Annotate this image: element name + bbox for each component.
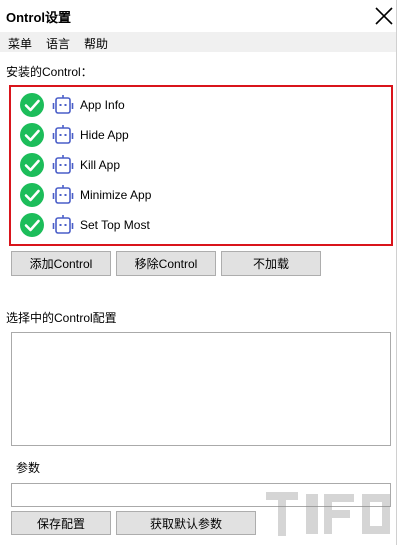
control-name: Minimize App bbox=[80, 188, 152, 202]
title-bar: Ontrol设置 bbox=[0, 0, 400, 32]
menu-item-menu[interactable]: 菜单 bbox=[8, 35, 32, 52]
checkmark-circle-icon bbox=[20, 123, 44, 147]
robot-icon bbox=[52, 125, 74, 144]
unload-button[interactable]: 不加载 bbox=[221, 251, 321, 276]
installed-controls-list[interactable]: App Info Hide App Kill App Minimize App … bbox=[9, 85, 393, 246]
checkmark-circle-icon bbox=[20, 213, 44, 237]
checkmark-circle-icon bbox=[20, 183, 44, 207]
list-item[interactable]: Set Top Most bbox=[19, 212, 379, 238]
control-name: Hide App bbox=[80, 128, 129, 142]
installed-controls-label: 安装的Control： bbox=[6, 65, 93, 79]
menu-bar: 菜单 语言 帮助 bbox=[0, 32, 396, 52]
params-label: 参数 bbox=[16, 461, 41, 475]
menu-item-language[interactable]: 语言 bbox=[46, 35, 70, 52]
window-title: Ontrol设置 bbox=[6, 10, 71, 25]
control-name: Kill App bbox=[80, 158, 121, 172]
window-border bbox=[396, 0, 397, 545]
get-defaults-button[interactable]: 获取默认参数 bbox=[116, 511, 256, 535]
list-item[interactable]: Hide App bbox=[19, 122, 379, 148]
robot-icon bbox=[52, 215, 74, 234]
checkmark-circle-icon bbox=[20, 153, 44, 177]
list-item[interactable]: App Info bbox=[19, 92, 379, 118]
menu-item-help[interactable]: 帮助 bbox=[84, 35, 108, 52]
list-item[interactable]: Minimize App bbox=[19, 182, 379, 208]
settings-window: Ontrol设置 菜单 语言 帮助 安装的Control： App Info H… bbox=[0, 0, 400, 545]
save-config-button[interactable]: 保存配置 bbox=[11, 511, 111, 535]
robot-icon bbox=[52, 95, 74, 114]
add-control-button[interactable]: 添加Control bbox=[11, 251, 111, 276]
watermark-logo bbox=[266, 492, 390, 536]
list-item[interactable]: Kill App bbox=[19, 152, 379, 178]
robot-icon bbox=[52, 185, 74, 204]
close-icon bbox=[375, 7, 393, 25]
robot-icon bbox=[52, 155, 74, 174]
control-name: Set Top Most bbox=[80, 218, 150, 232]
close-button[interactable] bbox=[372, 4, 396, 28]
config-textarea[interactable] bbox=[11, 332, 391, 446]
selected-config-label: 选择中的Control配置 bbox=[6, 311, 117, 325]
remove-control-button[interactable]: 移除Control bbox=[116, 251, 216, 276]
control-name: App Info bbox=[80, 98, 125, 112]
checkmark-circle-icon bbox=[20, 93, 44, 117]
